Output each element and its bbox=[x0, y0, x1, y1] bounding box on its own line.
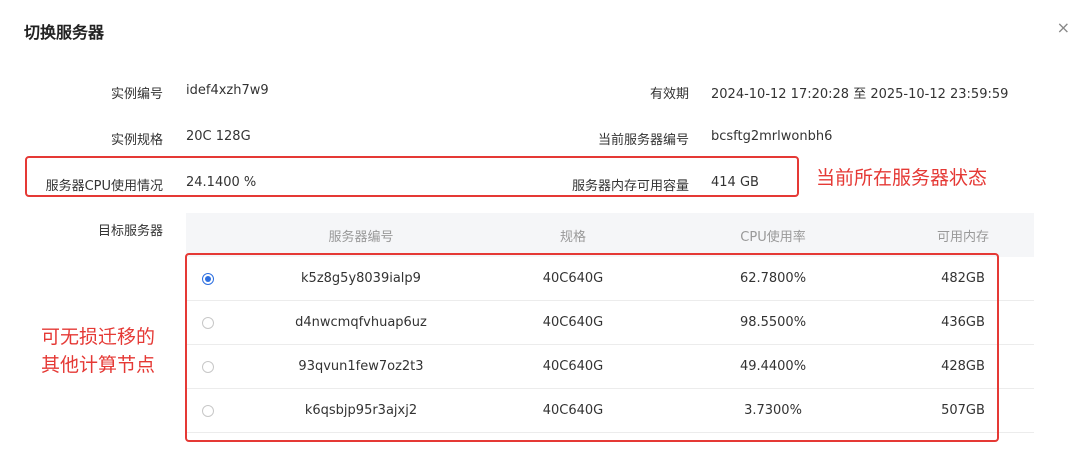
validity-label: 有效期 bbox=[649, 87, 689, 102]
header-spec: 规格 bbox=[559, 229, 586, 245]
header-memory: 可用内存 bbox=[936, 229, 989, 245]
header-cpu: CPU使用率 bbox=[740, 229, 806, 245]
instance-id-value: idef4xzh7w9 bbox=[186, 83, 269, 98]
close-icon[interactable]: × bbox=[1057, 20, 1070, 36]
migratable-nodes-highlight bbox=[185, 253, 999, 442]
current-status-highlight bbox=[25, 156, 799, 197]
migratable-annotation-line2: 其他计算节点 bbox=[41, 354, 156, 376]
server-id-value: bcsftg2mrlwonbh6 bbox=[711, 129, 833, 144]
spec-value: 20C 128G bbox=[186, 129, 251, 144]
instance-id-label: 实例编号 bbox=[110, 87, 163, 102]
target-server-label: 目标服务器 bbox=[97, 224, 163, 239]
server-id-label: 当前服务器编号 bbox=[597, 133, 689, 148]
current-status-annotation: 当前所在服务器状态 bbox=[816, 167, 988, 189]
header-server-id: 服务器编号 bbox=[328, 229, 394, 245]
table-header: 服务器编号 规格 CPU使用率 可用内存 bbox=[186, 213, 1034, 257]
spec-label: 实例规格 bbox=[110, 133, 163, 148]
migratable-annotation-line1: 可无损迁移的 bbox=[41, 326, 156, 348]
dialog-title: 切换服务器 bbox=[24, 23, 105, 42]
validity-value: 2024-10-12 17:20:28 至 2025-10-12 23:59:5… bbox=[711, 87, 1009, 102]
